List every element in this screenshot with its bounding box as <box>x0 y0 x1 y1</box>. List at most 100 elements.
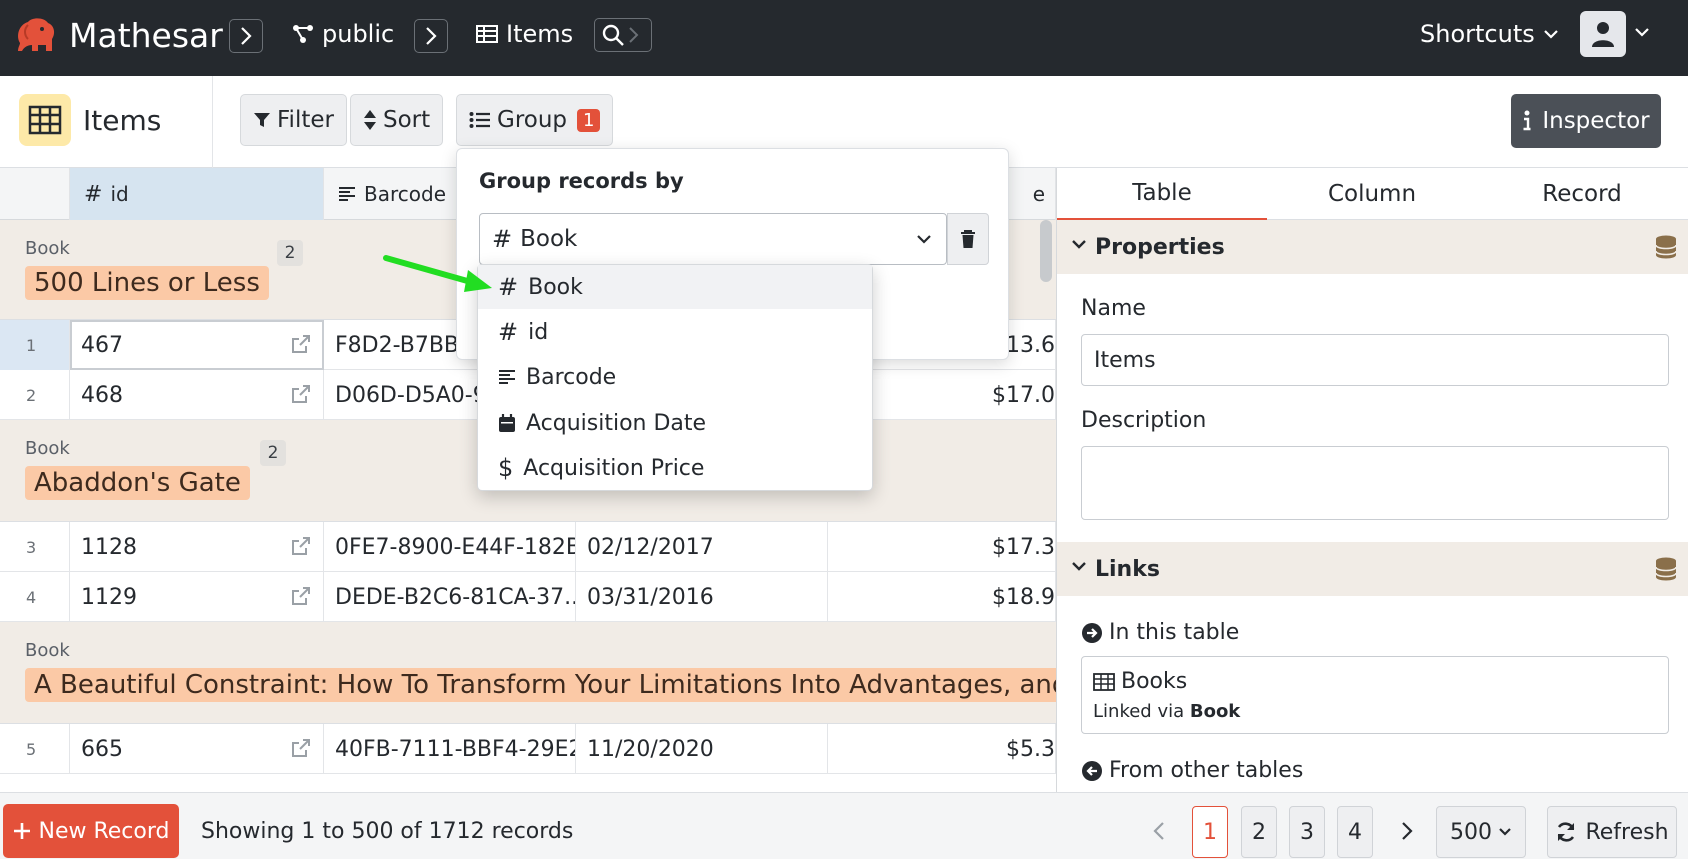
footer-bar: New Record Showing 1 to 500 of 1712 reco… <box>0 792 1688 859</box>
refresh-label: Refresh <box>1585 819 1669 845</box>
tab-record[interactable]: Record <box>1477 168 1687 220</box>
table-description-input[interactable] <box>1081 446 1669 520</box>
table-name-input[interactable]: Items <box>1081 334 1669 386</box>
date-cell[interactable]: 11/20/2020 <box>576 724 828 774</box>
group-column-select[interactable]: # Book <box>479 213 947 265</box>
annotation-arrow-icon <box>383 255 492 292</box>
page-button-1[interactable]: 1 <box>1192 806 1228 858</box>
id-cell[interactable]: 1128 <box>70 522 324 572</box>
breadcrumb-separator-button[interactable] <box>229 19 263 53</box>
breadcrumb-table-label: Items <box>506 20 574 48</box>
table-row[interactable]: 3 1128 0FE7-8900-E44F-182B 02/12/2017 $1… <box>0 522 1056 572</box>
option-label: Book <box>528 274 583 300</box>
breadcrumb-table[interactable]: Items <box>476 20 573 48</box>
option-id[interactable]: # id <box>478 310 872 354</box>
tab-column[interactable]: Column <box>1267 168 1477 220</box>
row-number[interactable]: 2 <box>0 370 70 420</box>
chevron-right-icon[interactable] <box>1400 821 1414 841</box>
group-label: Group <box>497 107 568 133</box>
filter-icon <box>254 113 270 127</box>
table-row[interactable]: 5 665 40FB-7111-BBF4-29E2 11/20/2020 $5.… <box>0 724 1056 774</box>
refresh-icon <box>1558 822 1575 842</box>
external-link-icon[interactable] <box>291 384 311 404</box>
number-type-icon: # <box>498 273 519 301</box>
linked-via-prefix: Linked via <box>1093 701 1185 722</box>
row-number[interactable]: 3 <box>0 522 70 572</box>
app-brand[interactable]: Mathesar <box>69 16 223 55</box>
page-size-value: 500 <box>1450 819 1492 845</box>
price-cell[interactable]: $18.9 <box>828 572 1056 622</box>
vertical-scrollbar[interactable] <box>1040 220 1052 282</box>
inspector-button[interactable]: Inspector <box>1511 94 1661 148</box>
option-barcode[interactable]: Barcode <box>478 355 872 399</box>
price-cell[interactable]: $17.3 <box>828 522 1056 572</box>
from-other-tables-heading: From other tables <box>1081 758 1303 783</box>
user-avatar-button[interactable] <box>1580 11 1626 57</box>
search-icon <box>602 24 624 46</box>
id-cell[interactable]: 665 <box>70 724 324 774</box>
linked-via: Linked via Book <box>1093 701 1240 722</box>
row-number[interactable]: 4 <box>0 572 70 622</box>
page-button-2[interactable]: 2 <box>1241 806 1277 858</box>
record-count-text: Showing 1 to 500 of 1712 records <box>201 819 574 844</box>
row-number[interactable]: 1 <box>0 320 70 370</box>
section-title: Links <box>1095 556 1160 582</box>
id-cell[interactable]: 1129 <box>70 572 324 622</box>
column-header-label: id <box>110 182 129 206</box>
tab-table[interactable]: Table <box>1057 168 1267 220</box>
link-card-books[interactable]: Books Linked via Book <box>1081 656 1669 734</box>
elephant-logo-icon[interactable] <box>14 13 58 57</box>
option-acquisition-price[interactable]: $ Acquisition Price <box>478 446 872 490</box>
barcode-cell[interactable]: 40FB-7111-BBF4-29E2 <box>324 724 576 774</box>
external-link-icon[interactable] <box>291 586 311 606</box>
breadcrumb-separator-button[interactable] <box>414 19 448 53</box>
schema-icon <box>293 25 313 43</box>
cell-value: 467 <box>81 332 123 358</box>
id-cell[interactable]: 467 <box>70 320 324 370</box>
refresh-button[interactable]: Refresh <box>1547 806 1677 858</box>
group-label: Book <box>25 238 70 259</box>
external-link-icon[interactable] <box>291 738 311 758</box>
external-link-icon[interactable] <box>291 334 311 354</box>
filter-label: Filter <box>277 107 334 133</box>
table-row[interactable]: 4 1129 DEDE-B2C6-81CA-37... 03/31/2016 $… <box>0 572 1056 622</box>
text-type-icon <box>499 370 515 384</box>
chevron-down-icon[interactable] <box>1634 26 1650 38</box>
chevron-right-icon <box>426 27 437 45</box>
date-cell[interactable]: 02/12/2017 <box>576 522 828 572</box>
chevron-left-icon[interactable] <box>1152 821 1166 841</box>
barcode-cell[interactable]: DEDE-B2C6-81CA-37... <box>324 572 576 622</box>
properties-section-header[interactable]: Properties <box>1057 220 1688 274</box>
new-record-button[interactable]: New Record <box>3 804 179 858</box>
cell-value: 1129 <box>81 584 137 610</box>
plus-icon <box>13 823 30 839</box>
option-book[interactable]: # Book <box>478 265 872 309</box>
page-button-3[interactable]: 3 <box>1289 806 1325 858</box>
remove-group-button[interactable] <box>947 213 989 265</box>
group-column-options: # Book # id Barcode Acquisition Date $ A… <box>477 264 873 491</box>
external-link-icon[interactable] <box>291 536 311 556</box>
chevron-down-icon <box>1072 562 1086 571</box>
search-button[interactable] <box>594 18 652 52</box>
sort-button[interactable]: Sort <box>350 94 444 146</box>
group-button[interactable]: Group 1 <box>456 94 614 146</box>
id-cell[interactable]: 468 <box>70 370 324 420</box>
date-cell[interactable]: 03/31/2016 <box>576 572 828 622</box>
barcode-cell[interactable]: 0FE7-8900-E44F-182B <box>324 522 576 572</box>
option-acquisition-date[interactable]: Acquisition Date <box>478 401 872 445</box>
table-icon <box>1093 672 1115 691</box>
group-value: 500 Lines or Less <box>25 266 269 300</box>
from-other-tables-label: From other tables <box>1109 758 1304 783</box>
filter-button[interactable]: Filter <box>240 94 347 146</box>
column-header-id[interactable]: # id <box>70 168 324 220</box>
price-cell[interactable]: $5.3 <box>828 724 1056 774</box>
list-icon <box>469 112 490 128</box>
breadcrumb-schema[interactable]: public <box>292 20 394 48</box>
row-number[interactable]: 5 <box>0 724 70 774</box>
group-value: A Beautiful Constraint: How To Transform… <box>25 668 1056 702</box>
links-section-header[interactable]: Links <box>1057 542 1688 596</box>
shortcuts-menu[interactable]: Shortcuts <box>1420 20 1559 48</box>
page-button-4[interactable]: 4 <box>1337 806 1373 858</box>
page-size-select[interactable]: 500 <box>1436 806 1526 858</box>
inspector-tabs: Table Column Record <box>1057 168 1688 220</box>
